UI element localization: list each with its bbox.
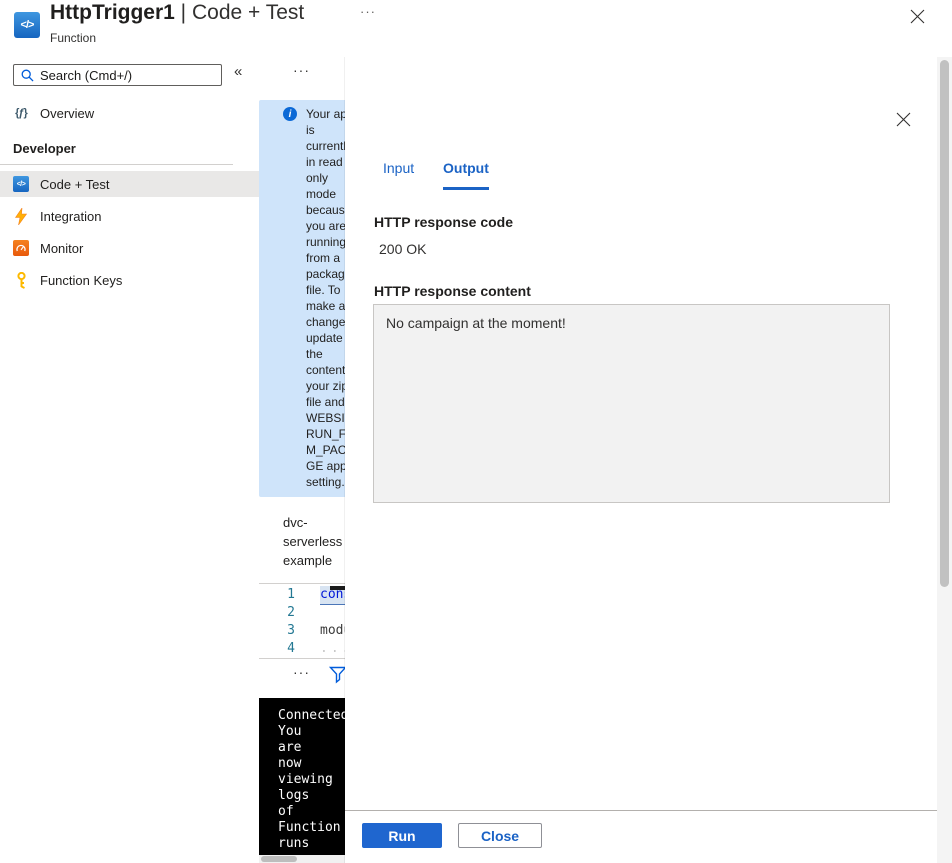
pane-more-icon[interactable]: ··· [293,62,310,78]
response-code-label: HTTP response code [374,214,514,230]
tab-output[interactable]: Output [443,160,489,176]
app-name-line: serverless [283,534,343,549]
page-header: </> HttpTrigger1 | Code + Test Function … [0,0,952,57]
code-test-icon: </> [13,176,29,192]
sidebar-item-monitor[interactable]: Monitor [0,235,259,261]
overview-icon: {ƒ} [15,107,28,119]
sidebar-item-label: Integration [40,208,102,224]
tab-input[interactable]: Input [383,160,414,176]
panel-close-icon[interactable] [892,108,914,130]
info-icon: i [283,107,297,121]
app-name-line: dvc- [283,515,308,530]
page-scrollbar-thumb[interactable] [940,60,949,587]
sidebar-item-integration[interactable]: Integration [0,203,259,229]
line-number: 2 [287,605,295,620]
key-icon [13,271,29,289]
console-hscrollbar-thumb[interactable] [261,856,297,862]
response-content-box[interactable]: No campaign at the moment! [373,304,890,503]
sidebar-collapse-icon[interactable]: « [234,63,242,80]
lightning-bolt-icon [13,207,29,225]
line-number: 4 [287,641,295,656]
page-close-icon[interactable] [906,5,928,27]
logs-more-icon[interactable]: ··· [293,664,310,680]
sidebar-item-overview[interactable]: {ƒ} Overview [0,100,259,126]
line-number: 3 [287,623,295,638]
page-title-suffix: | Code + Test [174,1,305,24]
search-icon [21,69,34,82]
active-tab-indicator [443,187,489,190]
sidebar-divider [0,164,233,165]
sidebar-item-label: Function Keys [40,272,123,288]
app-name-line: example [283,553,333,568]
close-button[interactable]: Close [458,823,542,848]
sidebar-item-label: Monitor [40,240,84,256]
function-app-name: dvc-serverless example [283,513,342,570]
azure-function-code-test-page: </> HttpTrigger1 | Code + Test Function … [0,0,952,863]
sidebar-item-label: Overview [40,105,95,121]
sidebar-item-function-keys[interactable]: Function Keys [0,267,259,293]
sidebar-section-developer: Developer [13,141,76,156]
footer-divider [345,810,937,811]
response-code-value: 200 OK [379,241,427,257]
function-app-icon: </> [14,12,40,38]
page-subtitle: Function [50,31,97,45]
monitor-gauge-icon [13,240,29,256]
sidebar-item-code-test[interactable]: </> Code + Test [0,171,259,197]
title-more-icon[interactable]: ··· [360,4,376,19]
search-input[interactable] [40,67,200,83]
editor-minimap-bar [330,586,346,590]
sidebar-item-label: Code + Test [40,176,110,192]
run-button[interactable]: Run [362,823,442,848]
response-content-label: HTTP response content [374,283,531,299]
sidebar-search[interactable] [13,64,222,86]
function-name: HttpTrigger1 [50,1,175,24]
test-run-panel: Input Output HTTP response code 200 OK H… [345,57,937,863]
page-title: HttpTrigger1 | Code + Test [50,1,304,25]
line-number: 1 [287,587,295,602]
